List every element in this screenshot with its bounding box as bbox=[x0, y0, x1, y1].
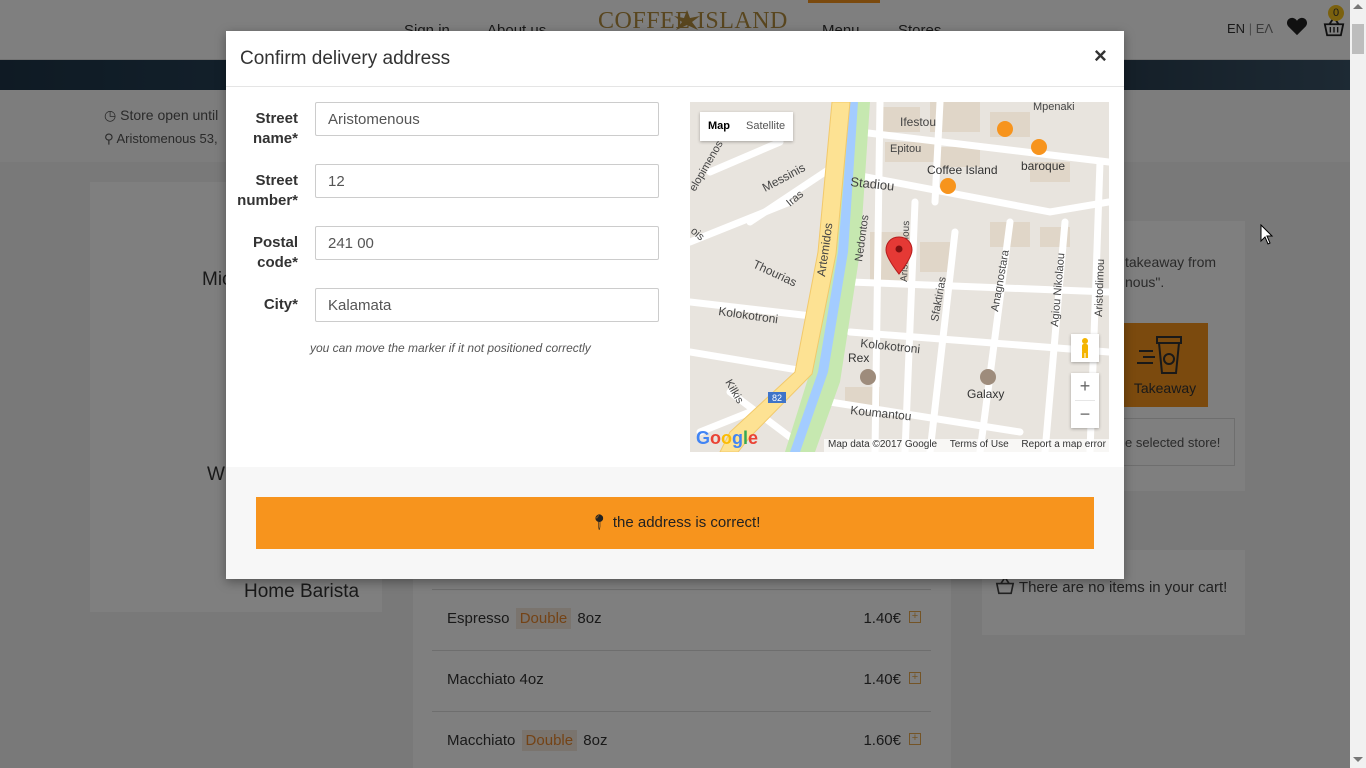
poi-label: Galaxy bbox=[967, 387, 1004, 401]
map-marker-icon: 📍︎ bbox=[589, 514, 609, 531]
street-number-input[interactable] bbox=[315, 164, 659, 198]
map-label: Aristodimou bbox=[1093, 259, 1107, 317]
poi-label: Rex bbox=[848, 351, 869, 365]
scrollbar-thumb[interactable] bbox=[1352, 24, 1364, 54]
pegman-icon bbox=[1082, 338, 1088, 358]
zoom-out-button[interactable]: − bbox=[1071, 401, 1099, 428]
scroll-up-arrow-icon[interactable] bbox=[1353, 4, 1363, 9]
page-scrollbar[interactable] bbox=[1350, 0, 1366, 768]
map-type-control: Map Satellite bbox=[700, 112, 794, 141]
city-label: City* bbox=[263, 296, 298, 313]
mouse-cursor-icon bbox=[1260, 224, 1274, 245]
modal-footer: 📍︎ the address is correct! bbox=[226, 467, 1124, 579]
route-number-label: 82 bbox=[772, 393, 782, 403]
postal-code-label: Postal code* bbox=[252, 234, 298, 271]
postal-code-input[interactable] bbox=[315, 226, 659, 260]
confirm-address-modal: Confirm delivery address × Street name* … bbox=[226, 31, 1124, 579]
poi-label: baroque bbox=[1021, 159, 1065, 173]
poi-label: Coffee Island bbox=[927, 163, 998, 177]
restaurant-icon[interactable] bbox=[997, 121, 1013, 137]
map-label: Epitou bbox=[890, 143, 921, 155]
map-type-satellite-button[interactable]: Satellite bbox=[738, 112, 793, 140]
modal-header: Confirm delivery address × bbox=[226, 31, 1124, 87]
scroll-down-arrow-icon[interactable] bbox=[1353, 757, 1363, 762]
map-type-map-button[interactable]: Map bbox=[700, 112, 738, 140]
hotel-icon[interactable] bbox=[980, 369, 996, 385]
zoom-control: + − bbox=[1071, 373, 1099, 428]
map-attribution-bar: Map data ©2017 Google Terms of Use Repor… bbox=[824, 439, 1109, 452]
map-data-credit: Map data ©2017 Google bbox=[828, 439, 938, 450]
modal-title: Confirm delivery address bbox=[240, 48, 451, 69]
map-label: Mpenaki bbox=[1033, 102, 1075, 113]
report-map-error-link[interactable]: Report a map error bbox=[1021, 439, 1105, 450]
close-icon[interactable]: × bbox=[1094, 43, 1107, 69]
marker-hint-text: you can move the marker if it not positi… bbox=[310, 341, 591, 355]
hotel-icon[interactable] bbox=[860, 369, 876, 385]
street-number-label: Street number* bbox=[237, 172, 298, 209]
street-name-label: Street name* bbox=[252, 110, 298, 147]
street-name-input[interactable] bbox=[315, 102, 659, 136]
confirm-address-button[interactable]: 📍︎ the address is correct! bbox=[256, 497, 1094, 549]
city-input[interactable] bbox=[315, 288, 659, 322]
map-canvas[interactable]: 82 Ifestou Epitou Stadiou Messinis Iras … bbox=[690, 102, 1109, 452]
street-view-pegman-icon[interactable] bbox=[1071, 334, 1099, 362]
cafe-icon[interactable] bbox=[940, 178, 956, 194]
map-widget[interactable]: 82 Ifestou Epitou Stadiou Messinis Iras … bbox=[690, 102, 1109, 452]
terms-of-use-link[interactable]: Terms of Use bbox=[950, 439, 1009, 450]
map-label: Ifestou bbox=[900, 115, 936, 129]
zoom-in-button[interactable]: + bbox=[1071, 373, 1099, 400]
bar-icon[interactable] bbox=[1031, 139, 1047, 155]
google-logo[interactable]: Google bbox=[696, 428, 758, 449]
